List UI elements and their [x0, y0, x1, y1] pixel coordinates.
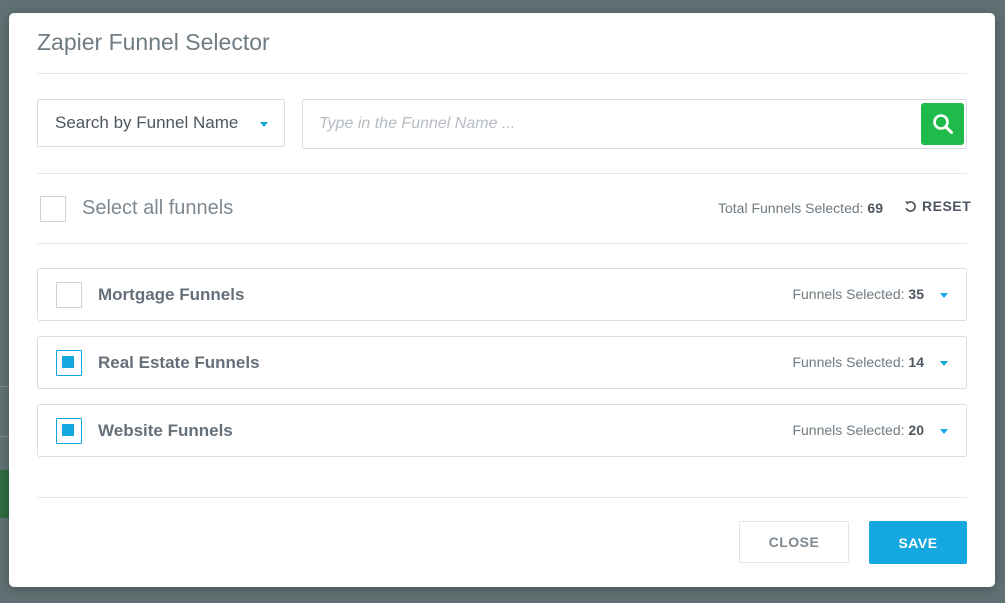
caret-down-icon: [260, 122, 268, 127]
total-count: 69: [867, 200, 883, 216]
total-label-text: Total Funnels Selected:: [718, 200, 864, 216]
funnel-selector-modal: Zapier Funnel Selector Search by Funnel …: [9, 13, 995, 587]
group-label: Website Funnels: [98, 421, 233, 440]
title-divider: [37, 73, 967, 74]
group-checkbox[interactable]: [56, 282, 82, 308]
group-count-label: Funnels Selected:: [792, 422, 905, 438]
select-all-label: Select all funnels: [82, 197, 234, 219]
group-checkbox[interactable]: [56, 350, 82, 376]
search-button[interactable]: [921, 103, 964, 145]
reset-label: RESET: [922, 198, 972, 214]
group-count-label: Funnels Selected:: [792, 286, 905, 302]
modal-title: Zapier Funnel Selector: [37, 29, 270, 55]
group-count-value: 20: [908, 422, 924, 438]
caret-down-icon[interactable]: [940, 293, 948, 298]
select-all-checkbox[interactable]: [40, 196, 66, 222]
group-count-label: Funnels Selected:: [792, 354, 905, 370]
group-checkbox[interactable]: [56, 418, 82, 444]
group-selected-count: Funnels Selected: 14: [792, 354, 924, 370]
funnel-group-real-estate[interactable]: Real Estate Funnels Funnels Selected: 14: [37, 336, 967, 389]
save-button[interactable]: SAVE: [869, 521, 967, 564]
search-icon: [932, 114, 953, 134]
search-divider: [37, 173, 967, 174]
selection-divider: [37, 243, 967, 244]
search-type-selected: Search by Funnel Name: [55, 113, 239, 132]
group-count-value: 35: [908, 286, 924, 302]
funnel-name-search-input[interactable]: [303, 100, 913, 148]
group-count-value: 14: [908, 354, 924, 370]
group-selected-count: Funnels Selected: 35: [792, 286, 924, 302]
group-selected-count: Funnels Selected: 20: [792, 422, 924, 438]
search-box: [302, 99, 967, 149]
reset-button[interactable]: RESET: [904, 198, 971, 214]
caret-down-icon[interactable]: [940, 429, 948, 434]
close-button[interactable]: CLOSE: [739, 521, 849, 563]
funnel-group-mortgage[interactable]: Mortgage Funnels Funnels Selected: 35: [37, 268, 967, 321]
group-label: Real Estate Funnels: [98, 353, 260, 372]
footer-divider: [37, 497, 967, 498]
total-funnels-selected: Total Funnels Selected: 69: [718, 200, 883, 216]
caret-down-icon[interactable]: [940, 361, 948, 366]
undo-icon: [905, 200, 916, 212]
group-label: Mortgage Funnels: [98, 285, 245, 304]
funnel-group-website[interactable]: Website Funnels Funnels Selected: 20: [37, 404, 967, 457]
search-type-dropdown[interactable]: Search by Funnel Name: [37, 99, 285, 147]
